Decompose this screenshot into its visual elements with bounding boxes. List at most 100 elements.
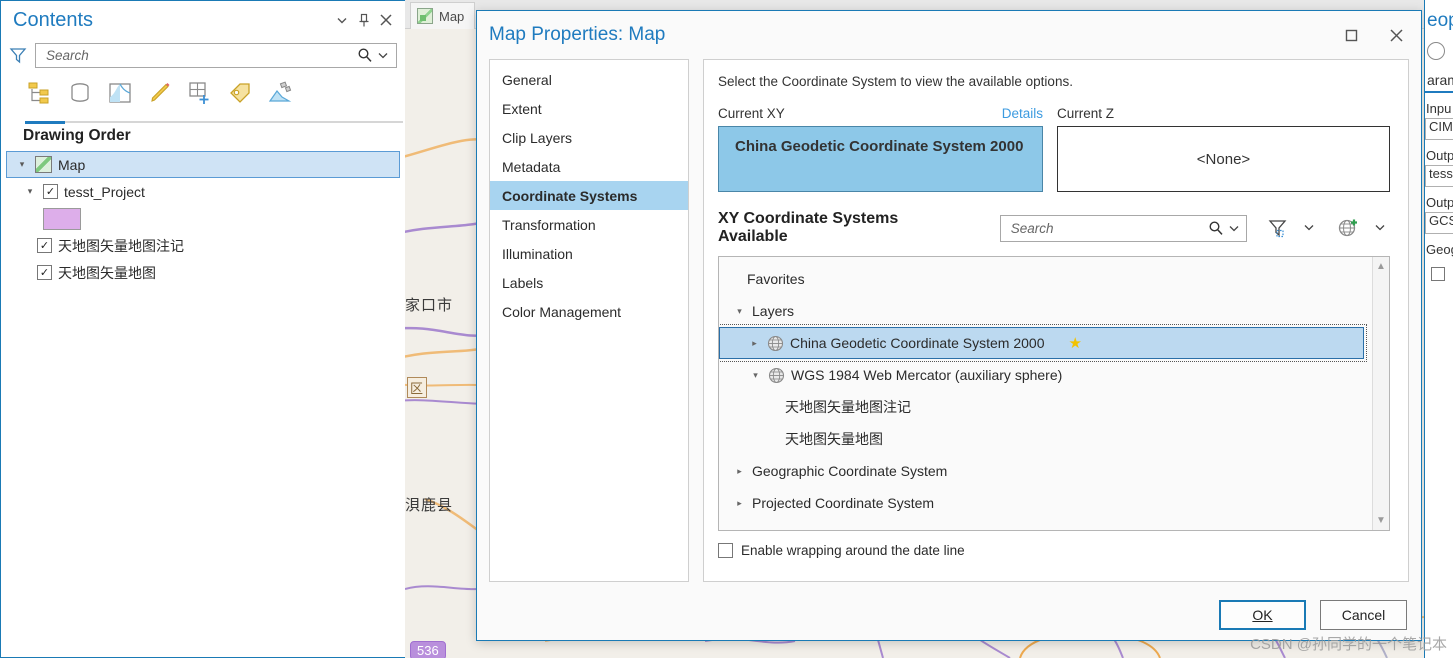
list-by-selection-icon[interactable]: [105, 78, 135, 108]
search-icon[interactable]: [356, 46, 374, 64]
nav-item-transformation[interactable]: Transformation: [490, 210, 688, 239]
tree-node-geographic-coordinate-system[interactable]: ▸ Geographic Coordinate System: [719, 455, 1372, 487]
toolbar-active-indicator: [25, 121, 65, 124]
tree-node-china-geodetic-2000[interactable]: ▸ China Geodetic Coordinate System 2000 …: [719, 324, 1367, 362]
filter-dropdown-icon[interactable]: [1299, 221, 1319, 236]
map-tab[interactable]: Map: [410, 2, 476, 29]
list-by-drawing-order-icon[interactable]: [25, 78, 55, 108]
parameters-tab[interactable]: aram: [1425, 72, 1453, 88]
tree-node-favorites[interactable]: Favorites: [719, 263, 1372, 295]
coordinate-systems-pane: Select the Coordinate System to view the…: [703, 59, 1409, 582]
search-input-wrapper[interactable]: [35, 42, 397, 68]
filter-icon[interactable]: [7, 45, 29, 65]
tree-node-layers[interactable]: ▾ Layers: [719, 295, 1372, 327]
tree-node-wgs1984-web-mercator[interactable]: ▾ WGS 1984 Web Mercator (auxiliary spher…: [719, 359, 1372, 391]
current-z-value[interactable]: <None>: [1057, 126, 1390, 192]
add-coordinate-system-icon[interactable]: [1337, 216, 1360, 240]
ok-button[interactable]: OK: [1219, 600, 1306, 630]
close-icon[interactable]: [1374, 16, 1419, 54]
collapse-arrow-icon[interactable]: ▸: [748, 338, 761, 349]
list-by-snapping-icon[interactable]: [185, 78, 215, 108]
nav-item-clip-layers[interactable]: Clip Layers: [490, 123, 688, 152]
expand-arrow-icon[interactable]: ▾: [15, 159, 29, 170]
current-z-label: Current Z: [1057, 105, 1115, 121]
back-icon[interactable]: [1427, 42, 1445, 60]
nav-item-general[interactable]: General: [490, 65, 688, 94]
toc-row-layer-basemap[interactable]: ✓ 天地图矢量地图: [1, 259, 405, 286]
tree-node-layer-basemap[interactable]: 天地图矢量地图: [719, 423, 1372, 455]
list-by-labeling-icon[interactable]: [225, 78, 255, 108]
expand-arrow-icon[interactable]: ▾: [733, 306, 746, 317]
globe-icon: [768, 367, 785, 384]
chevron-down-icon[interactable]: [374, 46, 392, 64]
symbol-swatch[interactable]: [43, 207, 81, 230]
scroll-up-icon[interactable]: ▲: [1376, 261, 1386, 272]
layer-checkbox[interactable]: ✓: [37, 265, 52, 280]
tree-node-label: 天地图矢量地图: [785, 431, 883, 447]
collapse-arrow-icon[interactable]: ▸: [733, 466, 746, 477]
toc-row-layer-annotation[interactable]: ✓ 天地图矢量地图注记: [1, 232, 405, 259]
tree-node-label: WGS 1984 Web Mercator (auxiliary sphere): [791, 367, 1063, 383]
field-value-output1[interactable]: tess: [1425, 165, 1453, 187]
chevron-down-icon[interactable]: [1225, 219, 1243, 237]
wrap-date-line-row[interactable]: Enable wrapping around the date line: [718, 543, 1390, 558]
toc-row-map[interactable]: ▾ Map: [6, 151, 400, 178]
nav-item-labels[interactable]: Labels: [490, 268, 688, 297]
coordinate-system-tree[interactable]: Favorites ▾ Layers ▸ China Geodetic Coor…: [719, 257, 1372, 530]
map-place-label: 家口市: [405, 297, 454, 314]
toc-row-symbol: [1, 205, 405, 232]
wrap-date-line-checkbox[interactable]: [718, 543, 733, 558]
layer-checkbox[interactable]: ✓: [43, 184, 58, 199]
pin-icon[interactable]: [353, 9, 375, 31]
chevron-down-icon[interactable]: [331, 9, 353, 31]
nav-item-color-management[interactable]: Color Management: [490, 297, 688, 326]
collapse-arrow-icon[interactable]: ▸: [733, 498, 746, 509]
field-label-geographic: Geog: [1426, 242, 1453, 257]
layer-checkbox[interactable]: ✓: [37, 238, 52, 253]
map-place-label: 区: [407, 377, 428, 398]
current-xy-value[interactable]: China Geodetic Coordinate System 2000: [718, 126, 1043, 192]
nav-item-extent[interactable]: Extent: [490, 94, 688, 123]
search-icon[interactable]: [1207, 219, 1225, 237]
list-by-charts-icon[interactable]: [265, 78, 295, 108]
expand-arrow-icon[interactable]: ▾: [749, 370, 762, 381]
nav-item-metadata[interactable]: Metadata: [490, 152, 688, 181]
cs-search-input[interactable]: [1008, 219, 1208, 237]
cancel-button[interactable]: Cancel: [1320, 600, 1407, 630]
available-header-row: XY Coordinate Systems Available: [718, 210, 1390, 246]
toolbar-divider: [25, 121, 403, 123]
wrap-date-line-label: Enable wrapping around the date line: [741, 543, 965, 558]
toc-row-layer-group[interactable]: ▾ ✓ tesst_Project: [1, 178, 405, 205]
dialog-footer: OK Cancel: [1219, 600, 1407, 630]
nav-item-coordinate-systems[interactable]: Coordinate Systems: [490, 181, 688, 210]
toc-label: Map: [58, 156, 86, 173]
list-by-editing-icon[interactable]: [145, 78, 175, 108]
contents-header: Contents: [1, 1, 405, 39]
field-value-input[interactable]: CIM: [1425, 118, 1453, 140]
expand-arrow-icon[interactable]: ▾: [23, 186, 37, 197]
map-icon: [35, 156, 52, 173]
field-label-output2: Outp: [1426, 195, 1453, 210]
geoprocessing-checkbox[interactable]: [1431, 267, 1445, 281]
current-cs-row: Current XY Details China Geodetic Coordi…: [718, 103, 1390, 192]
close-icon[interactable]: [375, 9, 397, 31]
nav-item-illumination[interactable]: Illumination: [490, 239, 688, 268]
dialog-nav-list: General Extent Clip Layers Metadata Coor…: [489, 59, 689, 582]
tree-node-projected-coordinate-system[interactable]: ▸ Projected Coordinate System: [719, 487, 1372, 519]
maximize-icon[interactable]: [1329, 16, 1374, 54]
search-input[interactable]: [44, 46, 356, 64]
contents-toolbar: [1, 71, 405, 109]
filter-icon[interactable]: [1267, 217, 1288, 239]
details-link[interactable]: Details: [1002, 106, 1043, 121]
dialog-title: Map Properties: Map: [489, 24, 666, 45]
add-cs-dropdown-icon[interactable]: [1370, 221, 1390, 236]
coordinate-system-tree-wrapper: Favorites ▾ Layers ▸ China Geodetic Coor…: [718, 256, 1390, 531]
tree-node-label: 天地图矢量地图注记: [785, 399, 911, 415]
favorite-star-icon[interactable]: ★: [1068, 334, 1081, 352]
scroll-down-icon[interactable]: ▼: [1376, 515, 1386, 526]
field-value-output2[interactable]: GCS: [1425, 212, 1453, 234]
tree-node-layer-annotation[interactable]: 天地图矢量地图注记: [719, 391, 1372, 423]
tree-scrollbar[interactable]: ▲ ▼: [1372, 257, 1389, 530]
list-by-data-source-icon[interactable]: [65, 78, 95, 108]
cs-search-input-wrapper[interactable]: [999, 214, 1248, 242]
